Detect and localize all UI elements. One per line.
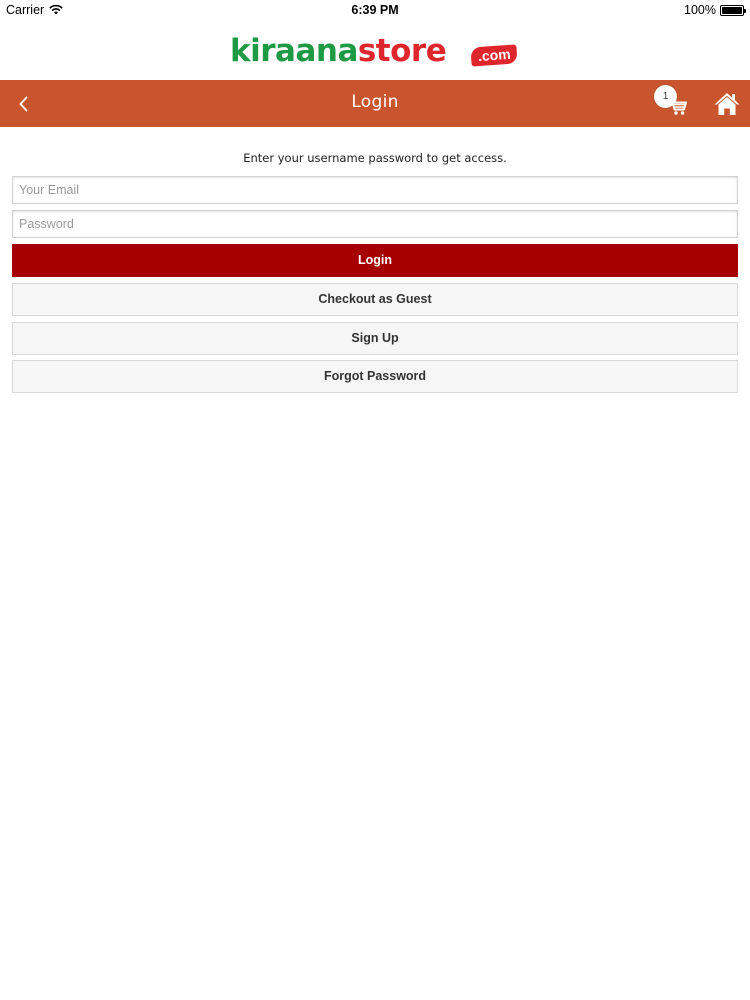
password-input[interactable] bbox=[12, 210, 738, 238]
forgot-password-button[interactable]: Forgot Password bbox=[12, 360, 738, 393]
login-instruction: Enter your username password to get acce… bbox=[243, 151, 507, 165]
home-icon bbox=[714, 93, 740, 115]
chevron-left-icon bbox=[19, 96, 28, 112]
logo-wordmark: kiraanastore bbox=[230, 33, 447, 69]
logo-badge: .com bbox=[470, 44, 518, 67]
back-button[interactable] bbox=[12, 92, 36, 116]
sign-up-button[interactable]: Sign Up bbox=[12, 322, 738, 355]
login-button[interactable]: Login bbox=[12, 244, 738, 277]
status-time: 6:39 PM bbox=[351, 3, 399, 17]
page-title: Login bbox=[351, 92, 399, 112]
status-bar: Carrier 6:39 PM 100% bbox=[0, 0, 750, 22]
email-input[interactable] bbox=[12, 176, 738, 204]
cart-button[interactable]: 1 bbox=[654, 85, 694, 121]
home-button[interactable] bbox=[713, 91, 741, 117]
battery-percent: 100% bbox=[684, 3, 716, 17]
nav-bar: Login 1 bbox=[0, 80, 750, 127]
kiraanastore-logo: kiraanastore .com bbox=[228, 30, 520, 72]
checkout-as-guest-button[interactable]: Checkout as Guest bbox=[12, 283, 738, 316]
status-right: 100% bbox=[684, 3, 746, 17]
cart-count-badge: 1 bbox=[654, 85, 677, 108]
battery-icon bbox=[720, 4, 746, 16]
